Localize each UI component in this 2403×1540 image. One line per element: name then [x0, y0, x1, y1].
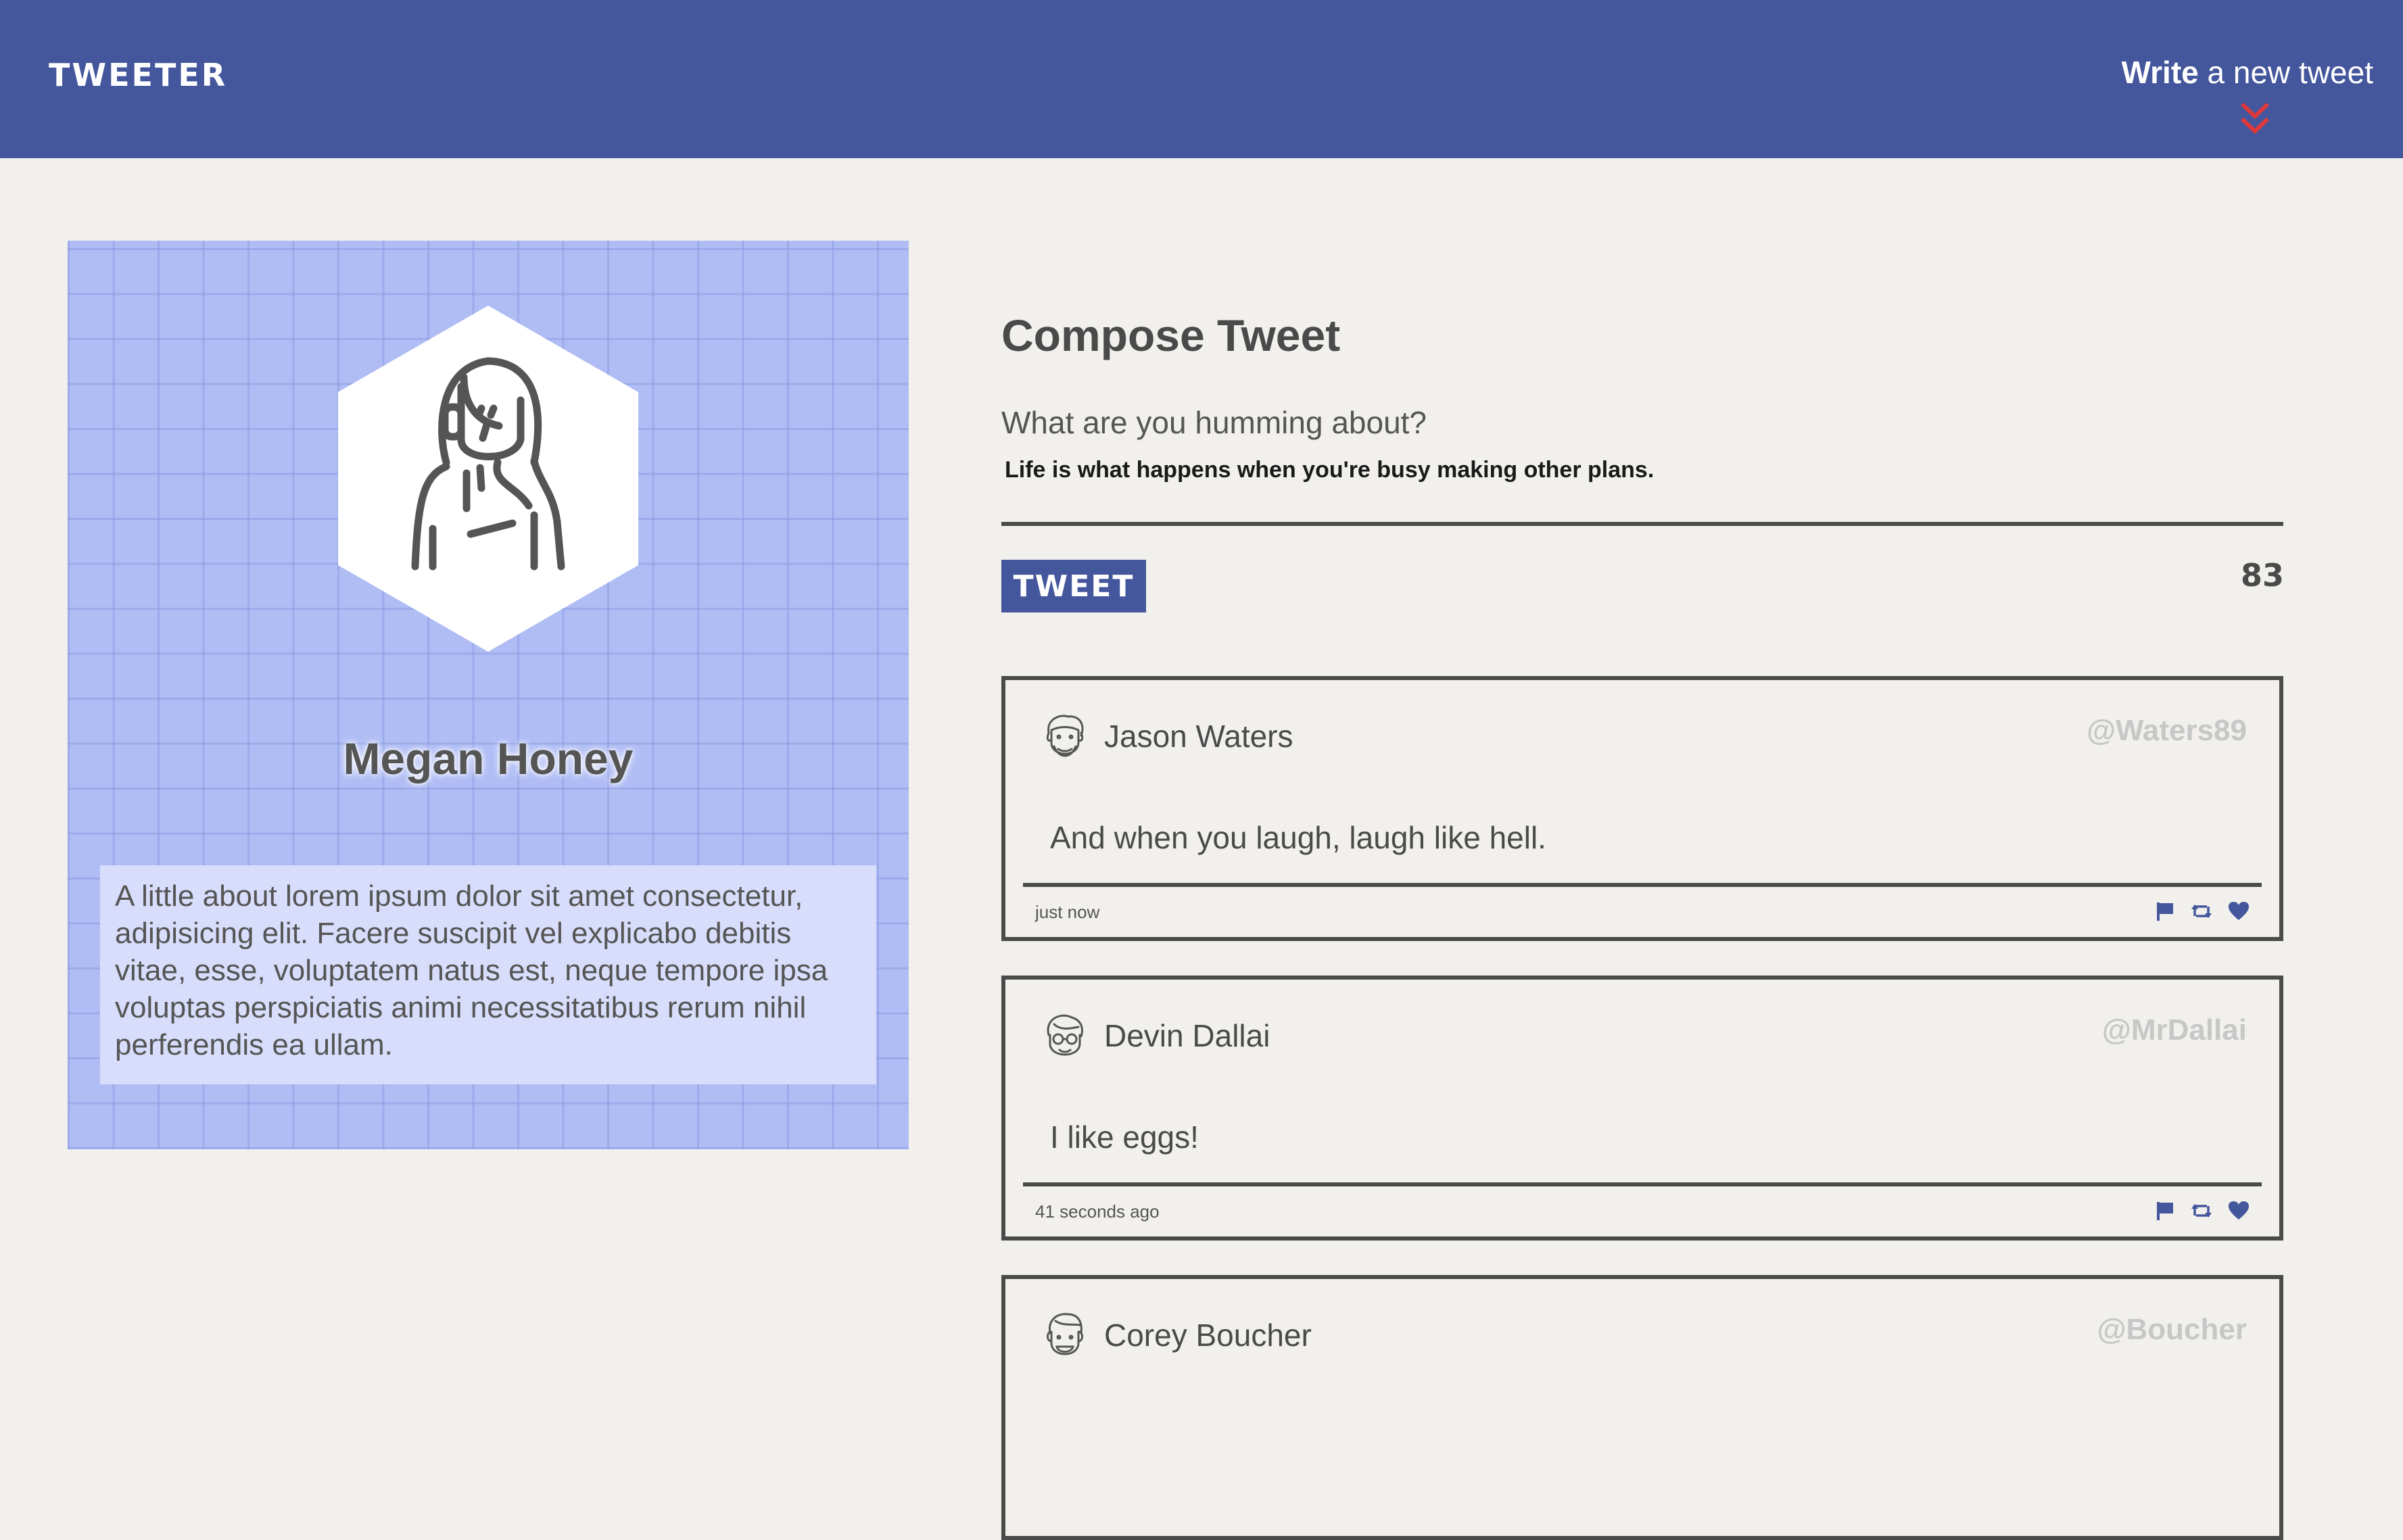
tweet-handle[interactable]: @Waters89 — [2087, 714, 2247, 748]
tweet-card: Jason Waters @Waters89 And when you laug… — [1001, 676, 2283, 941]
retweet-icon[interactable] — [2190, 1201, 2213, 1221]
write-link-bold: Write — [2121, 55, 2199, 90]
smiling-man-avatar-icon — [1046, 1313, 1084, 1355]
tweet-actions — [2155, 1197, 2250, 1224]
bearded-man-avatar-icon — [1046, 715, 1084, 757]
tweet-author[interactable]: Devin Dallai — [1104, 1017, 1270, 1054]
tweet-author[interactable]: Corey Boucher — [1104, 1317, 1312, 1353]
write-link-rest: a new tweet — [2198, 55, 2374, 90]
glasses-man-avatar-icon — [1047, 1014, 1083, 1056]
profile-name: Megan Honey — [343, 733, 634, 784]
tweet-handle[interactable]: @MrDallai — [2102, 1013, 2247, 1047]
flag-icon[interactable] — [2155, 901, 2175, 921]
tweet-divider — [1023, 1182, 2262, 1186]
top-navigation-bar: TWEETER Write a new tweet — [0, 0, 2403, 158]
tweet-timestamp: just now — [1035, 902, 1100, 922]
tweet-timestamp: 41 seconds ago — [1035, 1201, 1160, 1222]
tweet-button[interactable]: TWEET — [1001, 560, 1146, 612]
tweet-actions — [2155, 898, 2250, 925]
tweet-handle[interactable]: @Boucher — [2097, 1313, 2247, 1347]
double-chevron-down-icon[interactable] — [2238, 100, 2272, 138]
retweet-icon[interactable] — [2190, 901, 2213, 921]
tweet-textarea[interactable]: Life is what happens when you're busy ma… — [1001, 453, 2283, 526]
tweet-textarea-value: Life is what happens when you're busy ma… — [1005, 457, 1655, 483]
compose-title: Compose Tweet — [1001, 310, 1341, 360]
profile-card: Megan Honey A little about lorem ipsum d… — [68, 241, 909, 1149]
profile-bio: A little about lorem ipsum dolor sit ame… — [100, 865, 876, 1084]
tweet-card: Devin Dallai @MrDallai I like eggs! 41 s… — [1001, 976, 2283, 1241]
woman-avatar-icon — [338, 306, 638, 652]
heart-icon[interactable] — [2228, 1201, 2250, 1221]
brand-logo[interactable]: TWEETER — [49, 57, 227, 93]
flag-icon[interactable] — [2155, 1201, 2175, 1221]
tweet-author[interactable]: Jason Waters — [1104, 718, 1293, 754]
tweet-body: I like eggs! — [1050, 1120, 1199, 1155]
tweet-card: Corey Boucher @Boucher — [1001, 1275, 2283, 1540]
character-counter: 83 — [2240, 557, 2284, 594]
compose-label: What are you humming about? — [1001, 405, 1427, 440]
tweet-divider — [1023, 883, 2262, 887]
tweet-body: And when you laugh, laugh like hell. — [1050, 820, 1546, 855]
write-new-tweet-link[interactable]: Write a new tweet — [2122, 54, 2373, 91]
heart-icon[interactable] — [2228, 901, 2250, 921]
